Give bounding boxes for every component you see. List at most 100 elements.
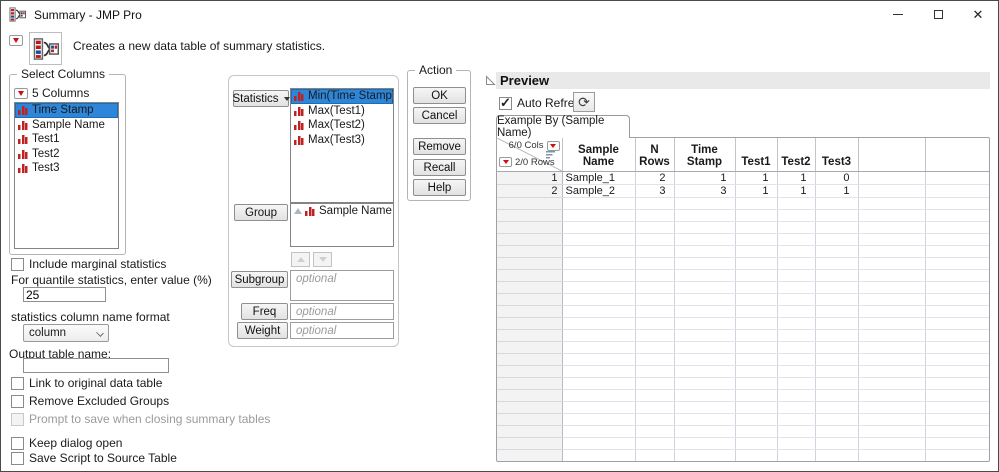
cell-empty [562, 341, 636, 354]
move-up-button[interactable] [291, 252, 310, 267]
group-button[interactable]: Group [234, 204, 288, 221]
statistics-menu-button[interactable]: Statistics [233, 90, 290, 107]
output-table-input[interactable] [23, 358, 169, 373]
weight-dropzone[interactable]: optional [290, 322, 394, 339]
preview-disclosure-icon[interactable] [485, 75, 496, 86]
table-row[interactable]: 1 Sample_1 2 1 1 1 0 [497, 171, 989, 185]
cell-empty [674, 389, 736, 402]
cell-empty [562, 293, 636, 306]
cell[interactable]: 1 [777, 184, 816, 198]
cell-empty [815, 245, 859, 258]
cell[interactable]: Sample_2 [562, 184, 636, 198]
statistics-item[interactable]: Max(Test3) [291, 133, 393, 148]
group-item-sample-name[interactable]: Sample Name [291, 204, 393, 219]
cell[interactable]: 1 [735, 171, 778, 185]
maximize-button[interactable] [918, 1, 958, 28]
cell-empty [777, 197, 816, 210]
cell-empty [735, 305, 778, 318]
table-row-empty [497, 461, 989, 462]
cell-empty [674, 305, 736, 318]
statistics-item-label: Max(Test1) [308, 104, 365, 117]
column-header-test1[interactable]: Test1 [735, 138, 778, 172]
column-header-sample-name[interactable]: Sample Name [562, 138, 636, 172]
cell-empty [815, 197, 859, 210]
statistics-item[interactable]: Max(Test2) [291, 118, 393, 133]
remove-excluded-checkbox[interactable] [11, 394, 24, 408]
cell-empty [858, 329, 926, 342]
help-button[interactable]: Help [413, 179, 466, 196]
cell-empty [777, 209, 816, 222]
row-number[interactable]: 2 [497, 184, 563, 198]
cell-empty [735, 365, 778, 378]
weight-button[interactable]: Weight [237, 322, 288, 339]
cell-empty [674, 329, 736, 342]
ok-button[interactable]: OK [413, 87, 466, 104]
column-item-sample-name[interactable]: Sample Name [15, 118, 118, 133]
column-header-test2[interactable]: Test2 [777, 138, 816, 172]
freq-button[interactable]: Freq [241, 303, 288, 320]
cell[interactable]: 1 [674, 171, 736, 185]
quantile-label: For quantile statistics, enter value (%) [11, 273, 212, 287]
cell-empty [858, 449, 926, 461]
cell[interactable]: 3 [674, 184, 736, 198]
platform-red-triangle-menu[interactable] [9, 35, 23, 46]
cell-empty [777, 233, 816, 246]
cell[interactable]: Sample_1 [562, 171, 636, 185]
auto-refresh-checkbox[interactable] [499, 95, 512, 111]
move-down-button[interactable] [313, 252, 332, 267]
column-header-time-stamp[interactable]: Time Stamp [674, 138, 736, 172]
summary-platform-icon-button[interactable] [29, 32, 62, 65]
cell-empty [674, 437, 736, 450]
statistics-item[interactable]: Min(Time Stamp) [291, 89, 393, 104]
table-row[interactable]: 2 Sample_2 3 3 1 1 1 [497, 184, 989, 198]
subgroup-dropzone[interactable]: optional [290, 270, 394, 301]
column-item-test1[interactable]: Test1 [15, 132, 118, 147]
cell-empty [562, 389, 636, 402]
include-marginal-checkbox[interactable] [11, 257, 24, 271]
cell-empty [925, 305, 989, 318]
cell-empty [562, 233, 636, 246]
row-number[interactable]: 1 [497, 171, 563, 185]
column-header-test3[interactable]: Test3 [815, 138, 859, 172]
freq-dropzone[interactable]: optional [290, 303, 394, 320]
name-format-dropdown[interactable]: column [23, 324, 109, 342]
cell[interactable]: 1 [735, 184, 778, 198]
cell[interactable]: 1 [777, 171, 816, 185]
tab-example-by-sample-name[interactable]: Example By (Sample Name) [496, 115, 630, 139]
cell[interactable]: 1 [815, 184, 859, 198]
column-item-time-stamp[interactable]: Time Stamp [15, 103, 118, 118]
cancel-button[interactable]: Cancel [413, 107, 466, 124]
refresh-button[interactable]: ⟳ [573, 92, 595, 112]
cell[interactable]: 0 [815, 171, 859, 185]
cell-empty [815, 305, 859, 318]
link-checkbox[interactable] [11, 376, 24, 390]
cell-empty [858, 437, 926, 450]
cell-empty [735, 257, 778, 270]
cell-empty [815, 281, 859, 294]
remove-button[interactable]: Remove [413, 138, 466, 155]
subgroup-button[interactable]: Subgroup [231, 271, 288, 288]
weight-placeholder: optional [296, 325, 337, 337]
cell-empty [815, 461, 858, 462]
row-number [497, 413, 563, 426]
rows-menu-red-triangle[interactable] [499, 157, 512, 167]
cell[interactable]: 3 [635, 184, 675, 198]
cell[interactable]: 2 [635, 171, 675, 185]
quantile-input[interactable] [23, 287, 106, 302]
keep-open-checkbox[interactable] [11, 436, 24, 450]
table-corner[interactable]: 6/0 Cols 2/0 Rows [497, 138, 563, 172]
columns-menu-red-triangle[interactable] [546, 140, 560, 151]
cell-empty [925, 353, 989, 366]
column-item-test2[interactable]: Test2 [15, 147, 118, 162]
cell-empty [925, 184, 989, 198]
column-item-test3[interactable]: Test3 [15, 161, 118, 176]
recall-button[interactable]: Recall [413, 159, 466, 176]
cell-empty [858, 257, 926, 270]
columns-menu[interactable]: 5 Columns [14, 86, 89, 100]
cell-empty [925, 401, 989, 414]
close-button[interactable]: ✕ [958, 1, 998, 28]
column-header-n-rows[interactable]: N Rows [635, 138, 675, 172]
statistics-item[interactable]: Max(Test1) [291, 104, 393, 119]
save-script-checkbox[interactable] [11, 451, 24, 465]
minimize-button[interactable] [878, 1, 918, 28]
